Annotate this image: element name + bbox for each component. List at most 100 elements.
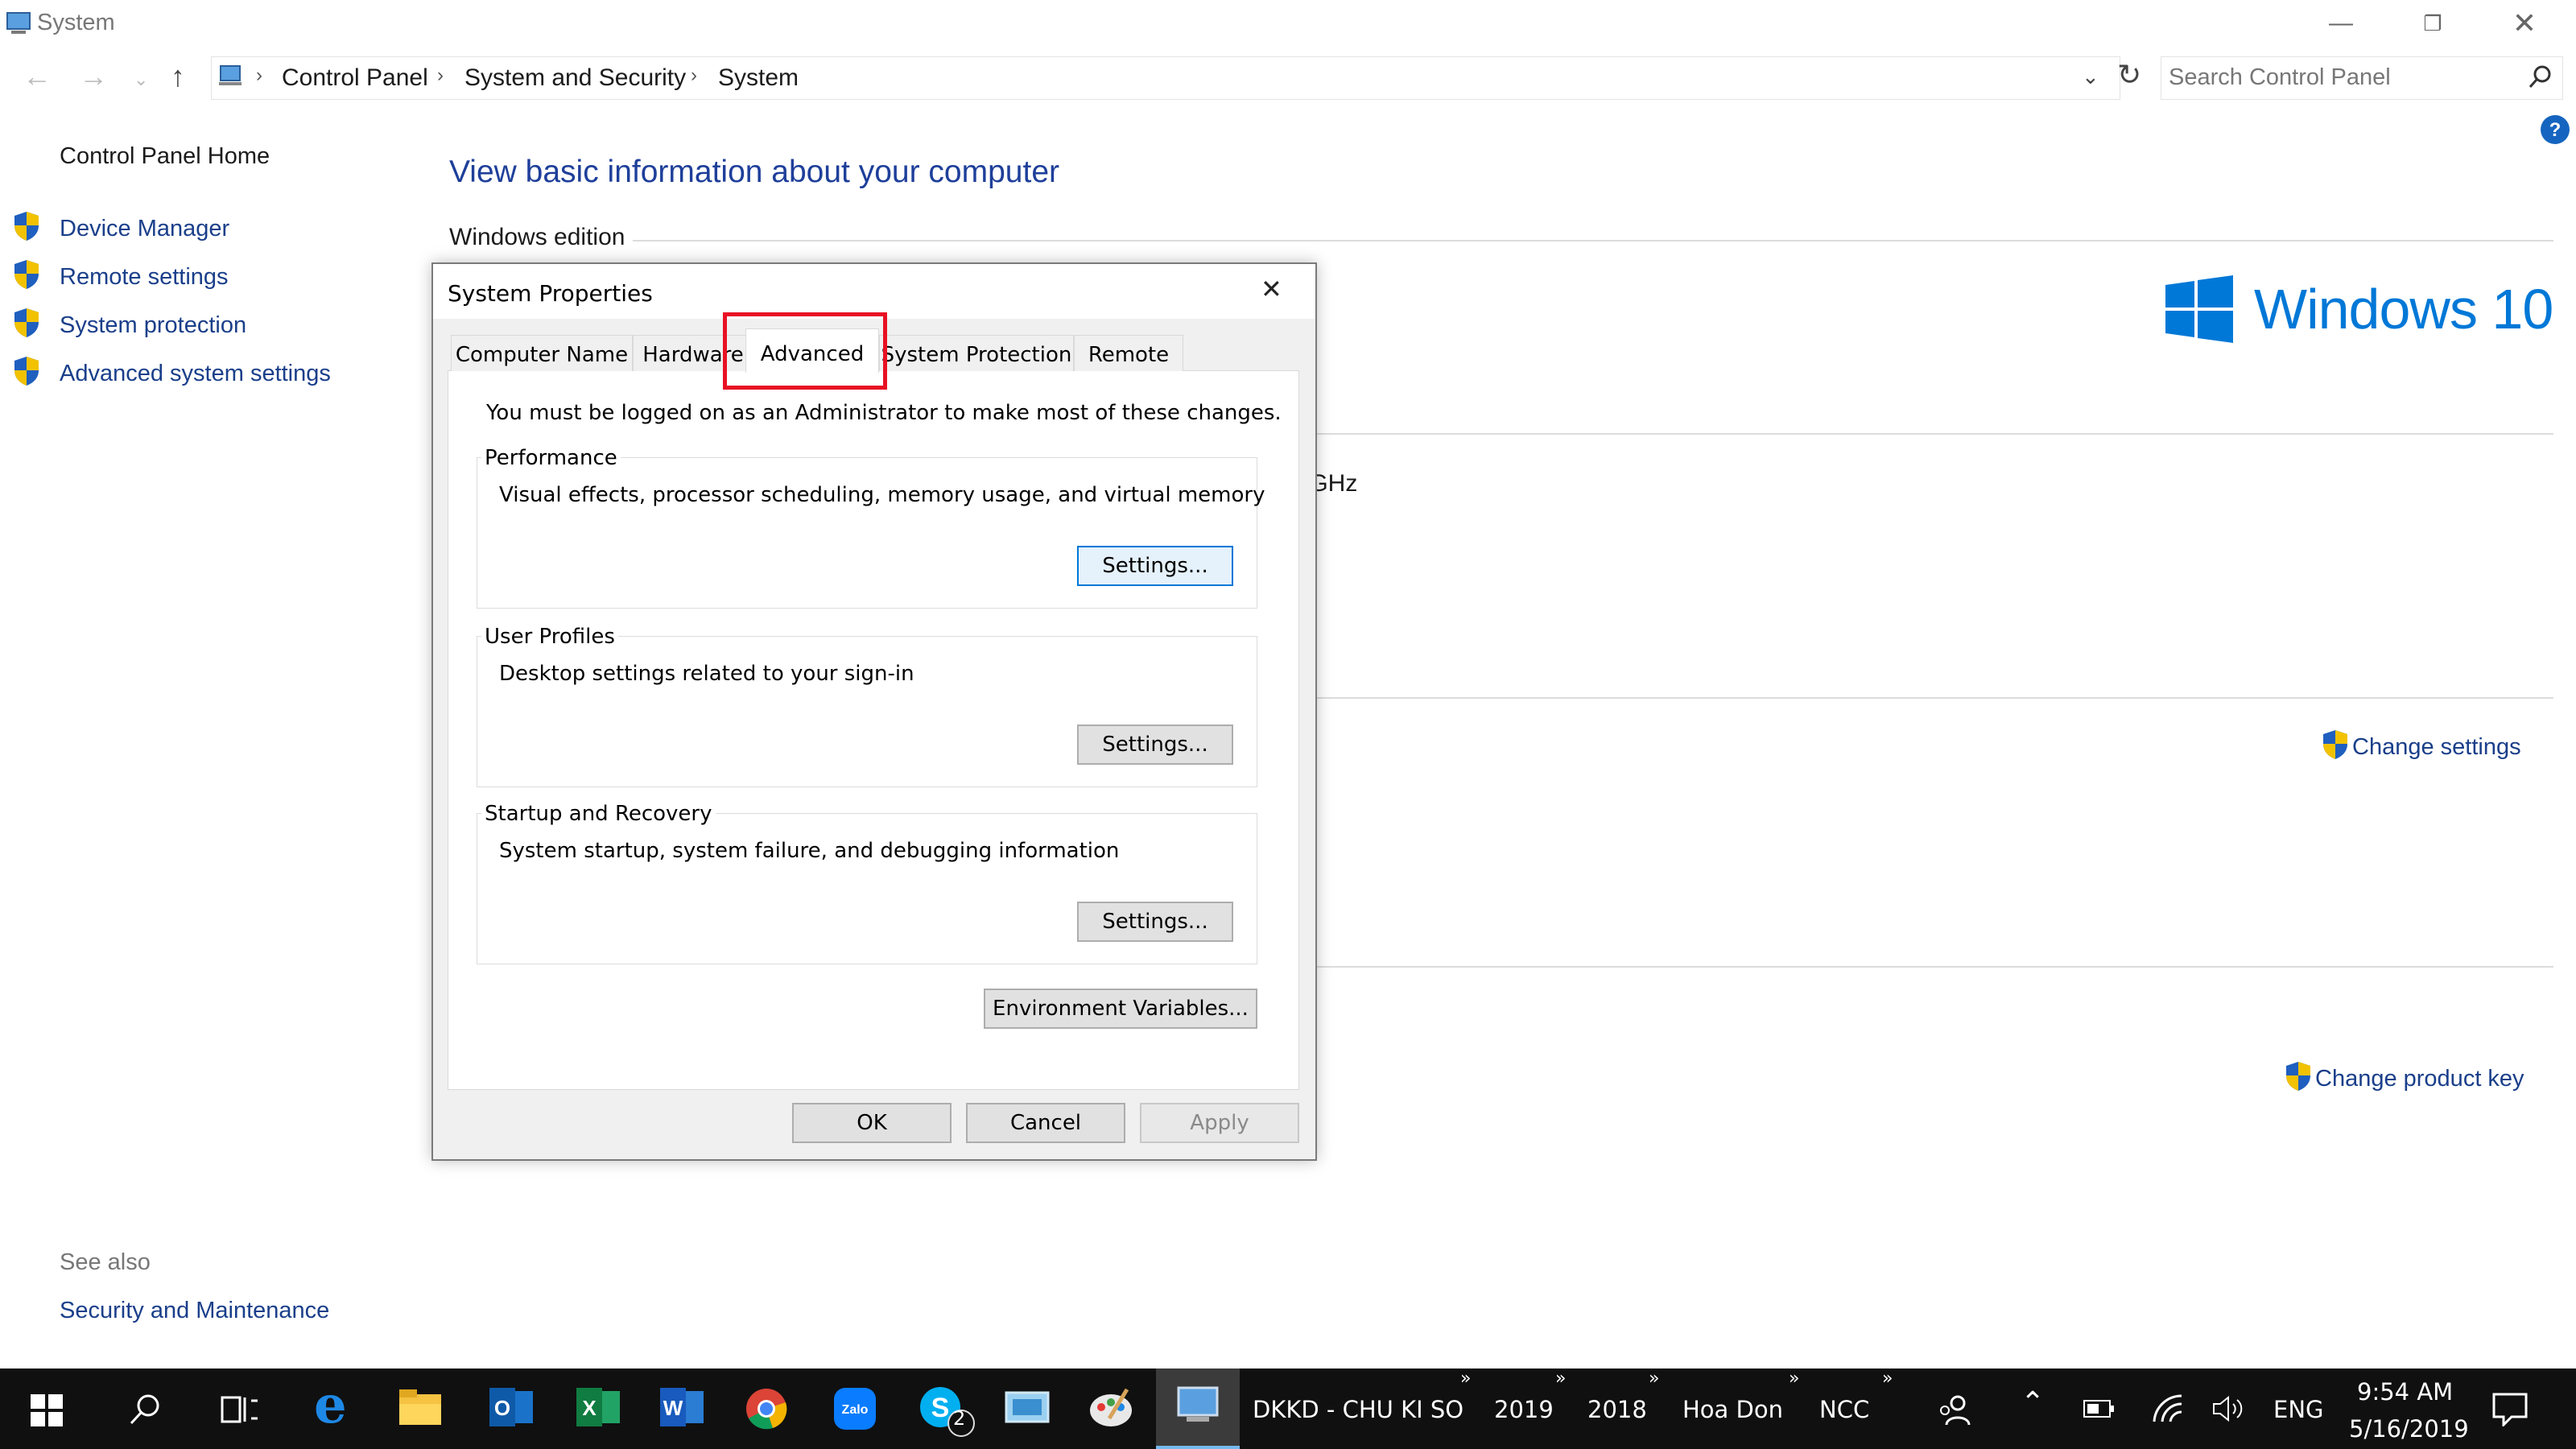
breadcrumb-control-panel[interactable]: Control Panel [282,64,428,92]
shield-icon [14,357,39,386]
clock-date[interactable]: 5/16/2019 [2349,1415,2469,1443]
shield-icon [14,260,39,289]
toolbar-2019[interactable]: 2019 [1494,1396,1554,1423]
chrome-icon[interactable] [745,1388,787,1430]
wifi-icon[interactable] [2151,1394,2183,1423]
windows-10-logo-text: Windows 10 [2254,278,2553,341]
toolbar-expand-icon[interactable]: » [1555,1368,1566,1389]
breadcrumb-separator: › [691,64,697,86]
toolbar-hoa-don[interactable]: Hoa Don [1682,1396,1783,1423]
svg-text:W: W [663,1396,683,1420]
startup-recovery-desc: System startup, system failure, and debu… [499,839,1120,863]
user-profiles-group-title: User Profiles [481,625,618,649]
battery-icon[interactable] [2083,1399,2116,1418]
performance-settings-button[interactable]: Settings... [1077,546,1233,586]
search-icon[interactable] [127,1393,163,1428]
admin-note: You must be logged on as an Administrato… [486,401,1282,425]
user-profiles-settings-button[interactable]: Settings... [1077,724,1233,765]
edge-icon[interactable]: e [314,1375,347,1435]
task-view-icon[interactable] [221,1393,259,1428]
toolbar-expand-icon[interactable]: » [1460,1368,1471,1389]
dialog-title: System Properties [448,280,653,307]
sidebar-item-device-manager[interactable]: Device Manager [60,216,229,242]
divider [1314,966,2553,968]
system-icon [6,12,31,34]
outlook-icon[interactable]: O [489,1386,535,1428]
paint-icon[interactable] [1087,1386,1135,1428]
toolbar-ncc[interactable]: NCC [1819,1396,1869,1423]
toolbar-2018[interactable]: 2018 [1587,1396,1647,1423]
file-explorer-icon[interactable] [398,1388,443,1426]
skype-icon[interactable]: S [918,1385,977,1438]
svg-text:Zalo: Zalo [842,1403,869,1417]
input-language[interactable]: ENG [2273,1396,2324,1423]
tab-computer-name[interactable]: Computer Name [451,335,633,371]
dialog-close-icon[interactable]: ✕ [1261,274,1282,304]
action-center-icon[interactable] [2492,1393,2528,1426]
shield-icon [14,212,39,241]
startup-recovery-settings-button[interactable]: Settings... [1077,902,1233,942]
close-button[interactable]: ✕ [2487,0,2562,48]
tab-remote[interactable]: Remote [1074,335,1183,371]
breadcrumb-system[interactable]: System [718,64,799,92]
toolbar-expand-icon[interactable]: » [1789,1368,1799,1389]
security-maintenance-link[interactable]: Security and Maintenance [60,1298,329,1324]
forward-arrow-icon[interactable]: → [79,60,108,93]
svg-text:S: S [931,1393,950,1423]
toolbar-dkkd[interactable]: DKKD - CHU KI SO [1253,1396,1463,1423]
control-panel-home-link[interactable]: Control Panel Home [60,143,270,170]
toolbar-expand-icon[interactable]: » [1649,1368,1659,1389]
divider [1314,697,2553,699]
startup-recovery-group-title: Startup and Recovery [481,802,716,826]
restore-button[interactable]: ❐ [2396,0,2470,48]
breadcrumb-separator: › [437,64,444,86]
system-window-icon[interactable] [1175,1386,1220,1426]
windows-logo-icon [2165,275,2233,343]
divider [1314,433,2553,435]
refresh-icon[interactable]: ↻ [2117,58,2141,92]
clock-time[interactable]: 9:54 AM [2357,1378,2453,1406]
divider [633,240,2553,242]
show-hidden-icons-chevron-icon[interactable]: ⌃ [2021,1386,2045,1419]
help-icon[interactable]: ? [2540,114,2570,145]
svg-text:O: O [494,1396,510,1420]
change-product-key-link[interactable]: Change product key [2315,1066,2524,1092]
recent-dropdown-icon[interactable]: ⌄ [134,69,148,90]
toolbar-expand-icon[interactable]: » [1882,1368,1893,1389]
sidebar-item-system-protection[interactable]: System protection [60,312,246,339]
minimize-button[interactable]: — [2304,0,2378,48]
volume-icon[interactable] [2212,1394,2244,1423]
performance-desc: Visual effects, processor scheduling, me… [499,483,1265,507]
tab-system-protection[interactable]: System Protection [879,335,1074,371]
word-icon[interactable]: W [660,1386,705,1428]
shield-icon [2323,730,2347,759]
sidebar-item-remote-settings[interactable]: Remote settings [60,264,229,291]
back-arrow-icon[interactable]: ← [23,60,52,93]
control-panel-icon [219,65,242,85]
excel-icon[interactable]: X [576,1386,621,1428]
cancel-button[interactable]: Cancel [966,1103,1125,1143]
search-placeholder: Search Control Panel [2169,64,2391,90]
up-arrow-icon[interactable]: ↑ [171,60,185,93]
change-settings-link[interactable]: Change settings [2352,734,2521,761]
remote-desktop-icon[interactable] [1005,1391,1050,1426]
window-title: System [37,10,115,35]
people-icon[interactable] [1937,1393,1972,1428]
skype-badge: 2 [953,1407,966,1430]
zalo-icon[interactable]: Zalo [834,1388,876,1430]
highlight-box [723,312,887,390]
breadcrumb-system-security[interactable]: System and Security [464,64,686,92]
see-also-heading: See also [60,1249,151,1275]
start-windows-icon[interactable] [31,1394,63,1426]
windows-edition-heading: Windows edition [449,224,625,250]
address-dropdown-icon[interactable]: ⌄ [2082,64,2099,89]
environment-variables-button[interactable]: Environment Variables... [984,989,1257,1029]
user-profiles-desc: Desktop settings related to your sign-in [499,662,914,686]
title-bar [0,0,2576,48]
search-icon[interactable] [2528,64,2553,90]
ok-button[interactable]: OK [792,1103,952,1143]
apply-button[interactable]: Apply [1140,1103,1299,1143]
svg-text:?: ? [2549,119,2562,141]
shield-icon [2286,1062,2310,1091]
sidebar-item-advanced-system-settings[interactable]: Advanced system settings [60,361,331,387]
